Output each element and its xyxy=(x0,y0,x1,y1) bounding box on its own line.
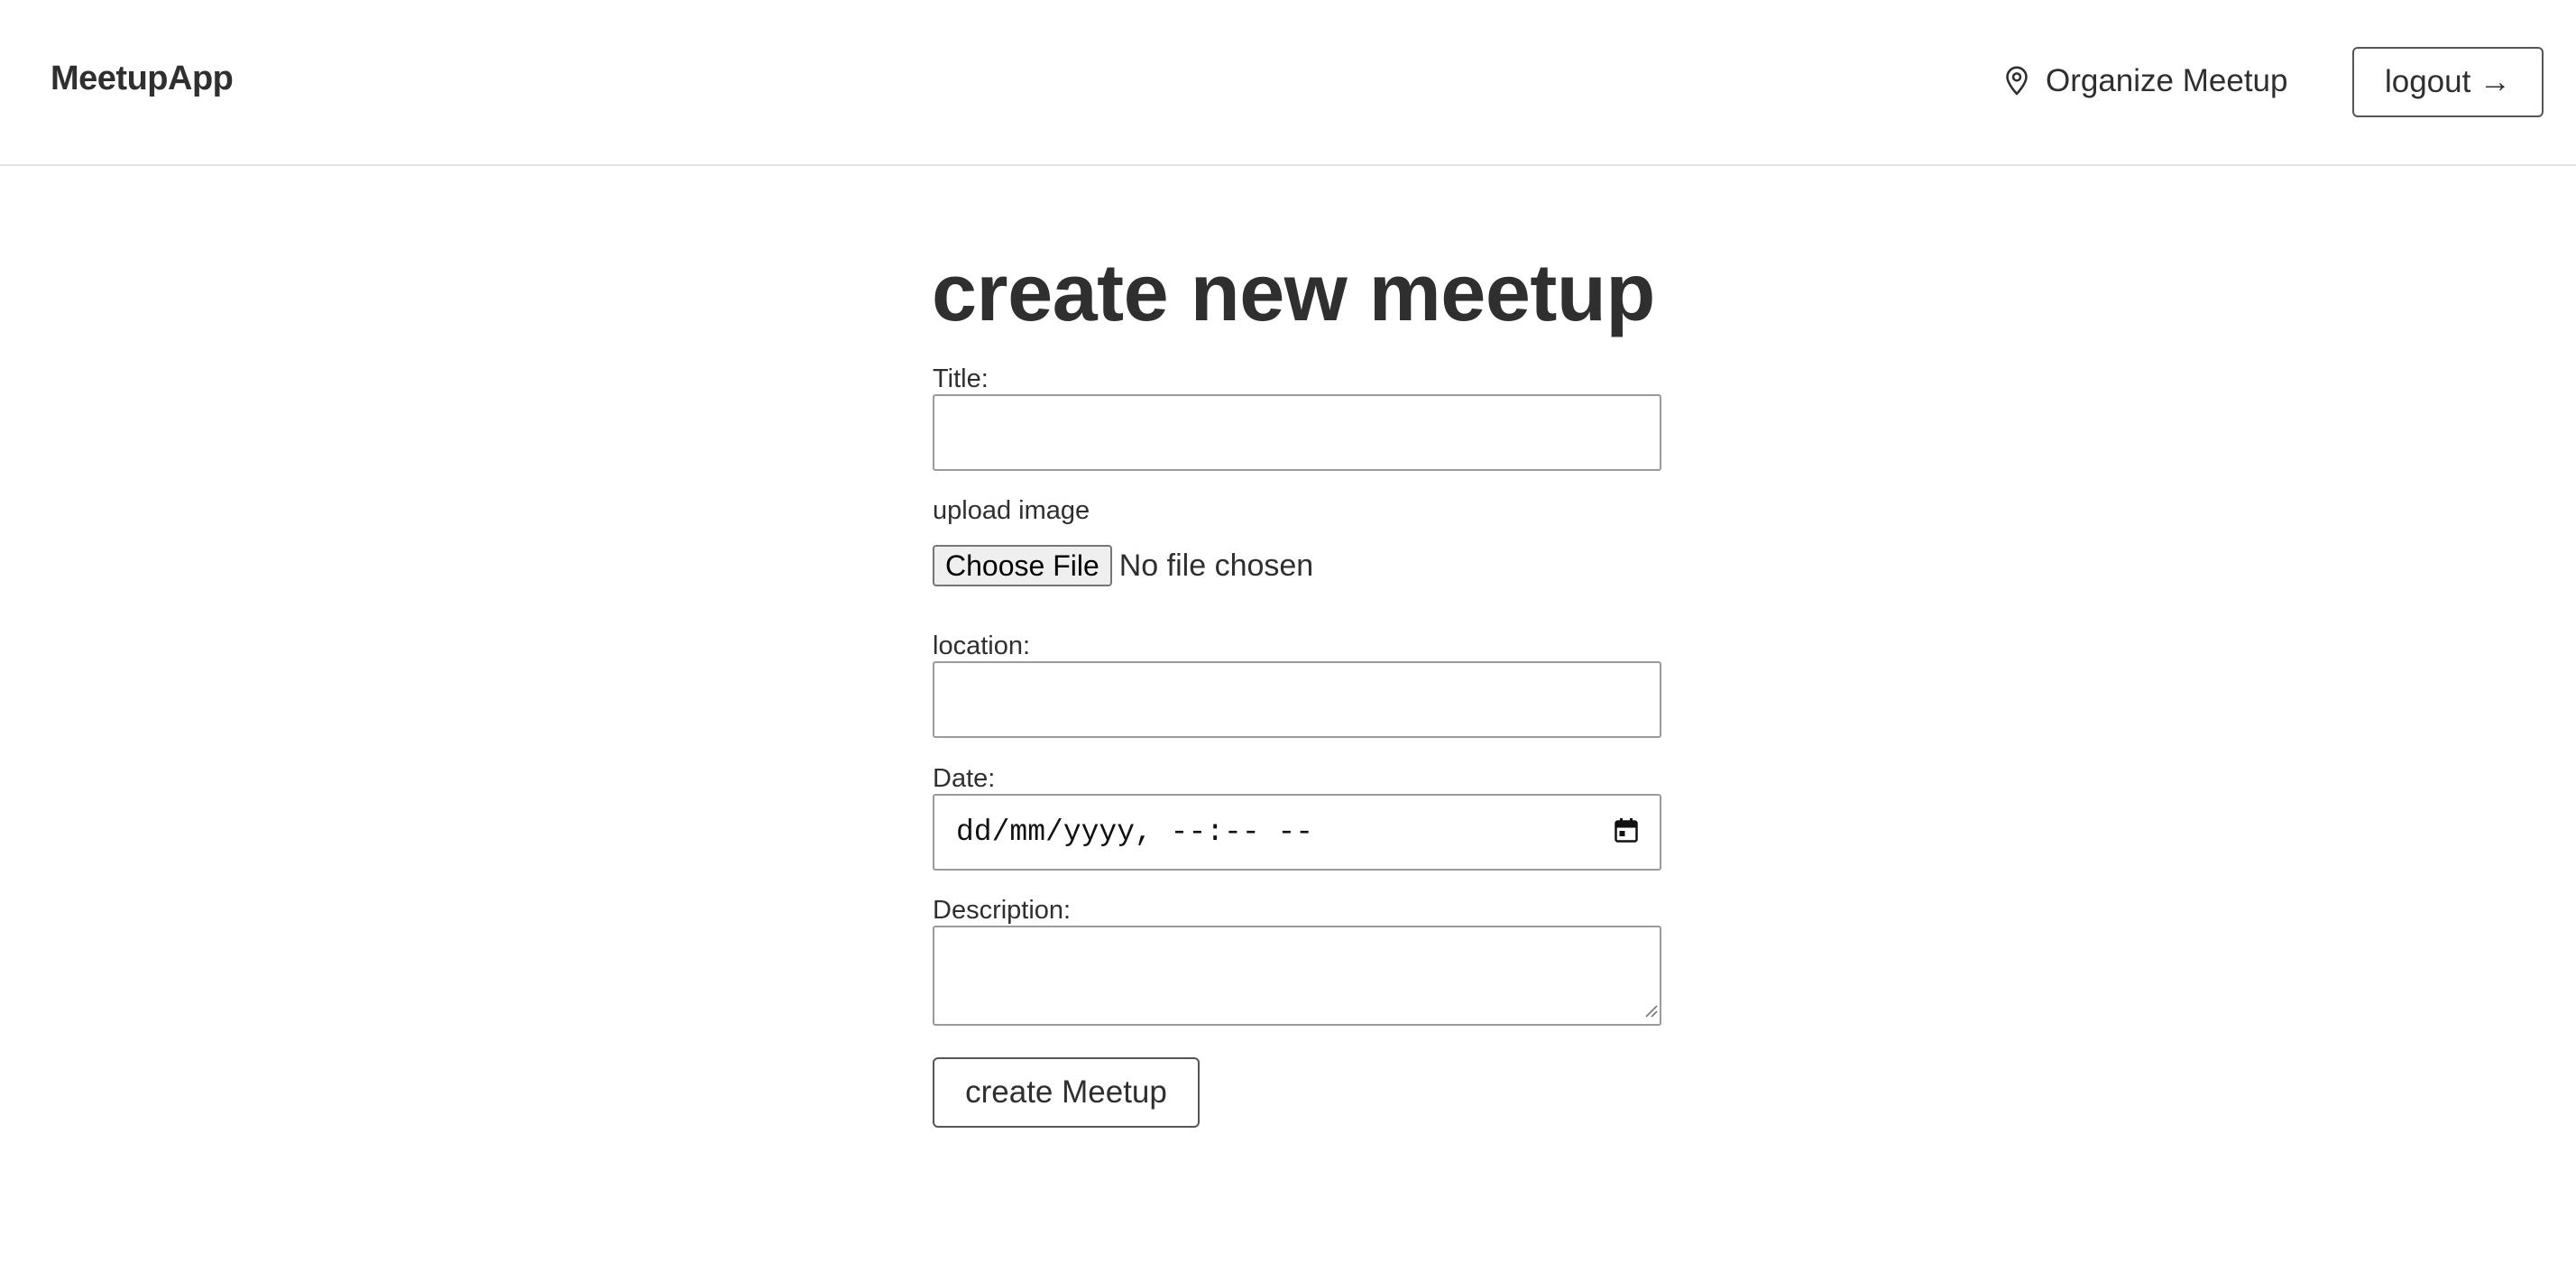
create-meetup-button[interactable]: create Meetup xyxy=(933,1057,1200,1128)
page-title: create new meetup xyxy=(932,248,1655,338)
file-status-text: No file chosen xyxy=(1118,548,1314,583)
description-label: Description: xyxy=(933,896,1072,925)
title-input[interactable] xyxy=(933,394,1661,471)
organize-meetup-link[interactable]: Organize Meetup xyxy=(2004,60,2287,103)
top-navbar: MeetupApp Organize Meetup logout → xyxy=(0,0,2576,166)
app-logo[interactable]: MeetupApp xyxy=(51,60,234,98)
location-input[interactable] xyxy=(933,661,1661,738)
resize-grip-icon[interactable] xyxy=(1643,1003,1658,1022)
date-input[interactable]: dd/mm/yyyy, --:-- -- xyxy=(933,794,1661,871)
choose-file-button[interactable]: Choose File xyxy=(933,545,1112,586)
description-textarea[interactable] xyxy=(933,926,1661,1026)
map-pin-icon xyxy=(2004,66,2029,97)
title-label: Title: xyxy=(933,364,989,393)
date-placeholder: dd/mm/yyyy, --:-- -- xyxy=(956,816,1314,849)
upload-image-label: upload image xyxy=(933,496,1090,525)
location-label: location: xyxy=(933,632,1031,660)
organize-meetup-label: Organize Meetup xyxy=(2046,63,2288,98)
calendar-icon[interactable] xyxy=(1615,817,1638,847)
file-upload: Choose File No file chosen xyxy=(933,545,1313,586)
logout-button[interactable]: logout → xyxy=(2352,47,2544,117)
date-label: Date: xyxy=(933,764,996,793)
